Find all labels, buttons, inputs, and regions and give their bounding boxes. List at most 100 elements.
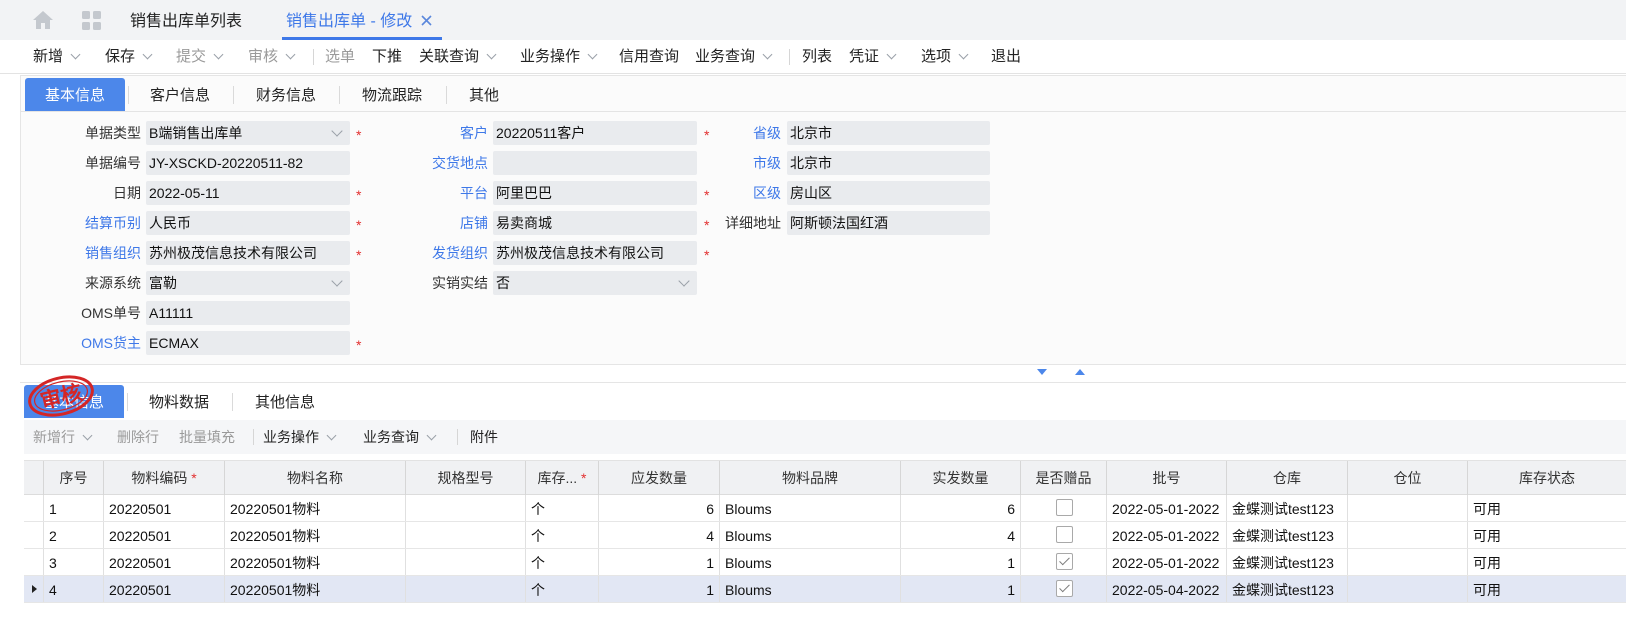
col-is-gift[interactable]: 是否赠品 [1020, 461, 1106, 495]
col-stock-unit[interactable]: 库存... * [525, 461, 598, 495]
toolbar-new[interactable]: 新增 [33, 40, 81, 74]
cell-due-qty[interactable]: 1 [598, 576, 719, 602]
cell-material-name[interactable]: 20220501物料 [224, 549, 405, 575]
cell-warehouse[interactable]: 金蝶测试test123 [1226, 495, 1347, 521]
cell-material-name[interactable]: 20220501物料 [224, 522, 405, 548]
cell-due-qty[interactable]: 6 [598, 495, 719, 521]
label-customer[interactable]: 客户 [408, 121, 488, 145]
toolbar-business-query[interactable]: 业务查询 [695, 40, 773, 74]
tab-customer-info[interactable]: 客户信息 [150, 78, 210, 111]
detail-business-ops[interactable]: 业务操作 [263, 420, 337, 454]
cell-actual-qty[interactable]: 1 [900, 549, 1020, 575]
tab-finance-info[interactable]: 财务信息 [256, 78, 316, 111]
toolbar-list[interactable]: 列表 [802, 40, 832, 74]
cell-batch[interactable]: 2022-05-01-2022 [1106, 495, 1226, 521]
toolbar-exit[interactable]: 退出 [991, 40, 1021, 74]
customer-field[interactable]: 20220511客户 [493, 121, 697, 145]
cell-due-qty[interactable]: 1 [598, 549, 719, 575]
label-district[interactable]: 区级 [701, 181, 781, 205]
col-seq[interactable]: 序号 [43, 461, 103, 495]
cell-spec[interactable] [405, 495, 525, 521]
cell-is-gift[interactable] [1020, 522, 1106, 548]
cell-material-name[interactable]: 20220501物料 [224, 495, 405, 521]
cell-is-gift[interactable] [1020, 549, 1106, 575]
toolbar-audit[interactable]: 审核 [248, 40, 296, 74]
delivery-location-field[interactable] [493, 151, 697, 175]
label-delivery-location[interactable]: 交货地点 [408, 151, 488, 175]
cell-brand[interactable]: Bloums [719, 576, 900, 602]
cell-material-name[interactable]: 20220501物料 [224, 576, 405, 602]
date-field[interactable]: 2022-05-11 [146, 181, 350, 205]
table-row[interactable]: 3 20220501 20220501物料个 1 Bloums 1 2022-05-01-2… [24, 549, 1626, 576]
cell-actual-qty[interactable]: 4 [900, 522, 1020, 548]
toolbar-related-query[interactable]: 关联查询 [419, 40, 497, 74]
detail-delete-row[interactable]: 删除行 [117, 420, 159, 454]
cell-location[interactable] [1347, 576, 1467, 602]
cell-material-code[interactable]: 20220501 [103, 576, 224, 602]
label-province[interactable]: 省级 [701, 121, 781, 145]
detail-batch-fill[interactable]: 批量填充 [179, 420, 235, 454]
cell-seq[interactable]: 3 [43, 549, 103, 575]
label-city[interactable]: 市级 [701, 151, 781, 175]
cell-spec[interactable] [405, 576, 525, 602]
cell-batch[interactable]: 2022-05-01-2022 [1106, 549, 1226, 575]
col-spec[interactable]: 规格型号 [405, 461, 525, 495]
shop-field[interactable]: 易卖商城 [493, 211, 697, 235]
tab-sales-outbound-list[interactable]: 销售出库单列表 [130, 0, 242, 40]
cell-warehouse[interactable]: 金蝶测试test123 [1226, 522, 1347, 548]
cell-stock-unit[interactable]: 个 [525, 576, 598, 602]
cell-brand[interactable]: Bloums [719, 549, 900, 575]
cell-stock-status[interactable]: 可用 [1467, 495, 1626, 521]
col-stock-status[interactable]: 库存状态 [1467, 461, 1626, 495]
bill-number-field[interactable]: JY-XSCKD-20220511-82 [146, 151, 350, 175]
sales-org-field[interactable]: 苏州极茂信息技术有限公司 [146, 241, 350, 265]
cell-brand[interactable]: Bloums [719, 495, 900, 521]
detail-new-row[interactable]: 新增行 [33, 420, 93, 454]
label-sales-org[interactable]: 销售组织 [61, 241, 141, 265]
col-material-code[interactable]: 物料编码 * [103, 461, 224, 495]
toolbar-submit[interactable]: 提交 [176, 40, 224, 74]
toolbar-business-ops[interactable]: 业务操作 [520, 40, 598, 74]
gift-checkbox[interactable] [1056, 553, 1073, 570]
col-due-qty[interactable]: 应发数量 [598, 461, 719, 495]
cell-stock-status[interactable]: 可用 [1467, 522, 1626, 548]
apps-grid-icon[interactable] [81, 10, 102, 31]
cell-stock-unit[interactable]: 个 [525, 522, 598, 548]
cell-seq[interactable]: 4 [43, 576, 103, 602]
home-icon[interactable] [32, 10, 54, 30]
cell-spec[interactable] [405, 549, 525, 575]
gift-checkbox[interactable] [1056, 526, 1073, 543]
settlement-currency-field[interactable]: 人民币 [146, 211, 350, 235]
col-batch[interactable]: 批号 [1106, 461, 1226, 495]
toolbar-voucher[interactable]: 凭证 [849, 40, 897, 74]
col-material-name[interactable]: 物料名称 [224, 461, 405, 495]
detail-attachment[interactable]: 附件 [470, 420, 498, 454]
cell-location[interactable] [1347, 495, 1467, 521]
toolbar-options[interactable]: 选项 [921, 40, 969, 74]
cell-material-code[interactable]: 20220501 [103, 549, 224, 575]
collapse-up-icon[interactable] [1074, 368, 1086, 376]
col-warehouse[interactable]: 仓库 [1226, 461, 1347, 495]
district-field[interactable]: 房山区 [787, 181, 990, 205]
cell-location[interactable] [1347, 522, 1467, 548]
table-row[interactable]: 4 20220501 20220501物料个 1 Bloums 1 2022-05-04-2… [24, 576, 1626, 603]
shipping-org-field[interactable]: 苏州极茂信息技术有限公司 [493, 241, 697, 265]
cell-warehouse[interactable]: 金蝶测试test123 [1226, 549, 1347, 575]
cell-stock-status[interactable]: 可用 [1467, 576, 1626, 602]
cell-material-code[interactable]: 20220501 [103, 522, 224, 548]
oms-owner-field[interactable]: ECMAX [146, 331, 350, 355]
detail-business-query[interactable]: 业务查询 [363, 420, 437, 454]
cell-stock-status[interactable]: 可用 [1467, 549, 1626, 575]
tab-basic-info[interactable]: 基本信息 [25, 78, 125, 111]
label-oms-owner[interactable]: OMS货主 [61, 331, 141, 355]
cell-location[interactable] [1347, 549, 1467, 575]
toolbar-select-bill[interactable]: 选单 [325, 40, 355, 74]
toolbar-credit-query[interactable]: 信用查询 [619, 40, 679, 74]
bill-type-select[interactable]: B端销售出库单 [146, 121, 350, 145]
close-icon[interactable] [421, 15, 432, 26]
toolbar-push-down[interactable]: 下推 [372, 40, 402, 74]
province-field[interactable]: 北京市 [787, 121, 990, 145]
toolbar-save[interactable]: 保存 [105, 40, 153, 74]
label-settlement-currency[interactable]: 结算币别 [61, 211, 141, 235]
tab-other[interactable]: 其他 [469, 78, 499, 111]
